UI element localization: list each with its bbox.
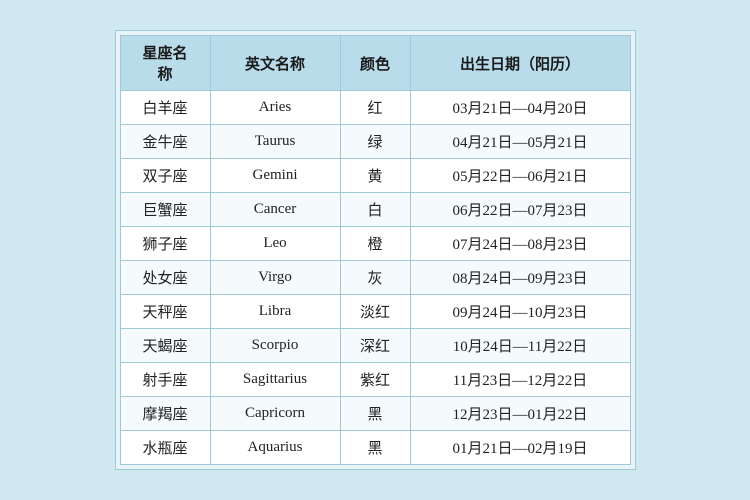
cell-color: 黑 [340,397,410,431]
cell-color: 黑 [340,431,410,465]
zodiac-table: 星座名称 英文名称 颜色 出生日期（阳历） 白羊座Aries红03月21日—04… [120,35,631,465]
cell-chinese: 摩羯座 [120,397,210,431]
cell-chinese: 双子座 [120,159,210,193]
cell-color: 紫红 [340,363,410,397]
cell-chinese: 天蝎座 [120,329,210,363]
header-chinese: 星座名称 [120,36,210,91]
cell-color: 白 [340,193,410,227]
cell-date: 08月24日—09月23日 [410,261,630,295]
cell-color: 绿 [340,125,410,159]
table-row: 白羊座Aries红03月21日—04月20日 [120,91,630,125]
table-row: 射手座Sagittarius紫红11月23日—12月22日 [120,363,630,397]
cell-chinese: 射手座 [120,363,210,397]
table-row: 狮子座Leo橙07月24日—08月23日 [120,227,630,261]
header-color: 颜色 [340,36,410,91]
cell-date: 07月24日—08月23日 [410,227,630,261]
table-row: 摩羯座Capricorn黑12月23日—01月22日 [120,397,630,431]
cell-date: 12月23日—01月22日 [410,397,630,431]
table-header-row: 星座名称 英文名称 颜色 出生日期（阳历） [120,36,630,91]
cell-chinese: 白羊座 [120,91,210,125]
cell-date: 01月21日—02月19日 [410,431,630,465]
cell-english: Gemini [210,159,340,193]
cell-chinese: 狮子座 [120,227,210,261]
cell-date: 04月21日—05月21日 [410,125,630,159]
cell-color: 淡红 [340,295,410,329]
cell-chinese: 巨蟹座 [120,193,210,227]
table-row: 处女座Virgo灰08月24日—09月23日 [120,261,630,295]
cell-color: 深红 [340,329,410,363]
table-row: 天蝎座Scorpio深红10月24日—11月22日 [120,329,630,363]
cell-english: Libra [210,295,340,329]
cell-date: 06月22日—07月23日 [410,193,630,227]
cell-english: Virgo [210,261,340,295]
cell-english: Leo [210,227,340,261]
cell-english: Aries [210,91,340,125]
table-body: 白羊座Aries红03月21日—04月20日金牛座Taurus绿04月21日—0… [120,91,630,465]
cell-chinese: 金牛座 [120,125,210,159]
cell-date: 10月24日—11月22日 [410,329,630,363]
cell-color: 红 [340,91,410,125]
cell-english: Scorpio [210,329,340,363]
header-english: 英文名称 [210,36,340,91]
cell-color: 黄 [340,159,410,193]
cell-chinese: 水瓶座 [120,431,210,465]
table-row: 水瓶座Aquarius黑01月21日—02月19日 [120,431,630,465]
cell-date: 03月21日—04月20日 [410,91,630,125]
cell-chinese: 处女座 [120,261,210,295]
cell-color: 橙 [340,227,410,261]
cell-date: 11月23日—12月22日 [410,363,630,397]
cell-chinese: 天秤座 [120,295,210,329]
header-date: 出生日期（阳历） [410,36,630,91]
table-row: 天秤座Libra淡红09月24日—10月23日 [120,295,630,329]
cell-english: Taurus [210,125,340,159]
table-row: 巨蟹座Cancer白06月22日—07月23日 [120,193,630,227]
table-row: 双子座Gemini黄05月22日—06月21日 [120,159,630,193]
cell-color: 灰 [340,261,410,295]
cell-english: Capricorn [210,397,340,431]
cell-date: 09月24日—10月23日 [410,295,630,329]
cell-english: Aquarius [210,431,340,465]
cell-date: 05月22日—06月21日 [410,159,630,193]
cell-english: Sagittarius [210,363,340,397]
cell-english: Cancer [210,193,340,227]
table-row: 金牛座Taurus绿04月21日—05月21日 [120,125,630,159]
zodiac-table-container: 星座名称 英文名称 颜色 出生日期（阳历） 白羊座Aries红03月21日—04… [115,30,636,470]
